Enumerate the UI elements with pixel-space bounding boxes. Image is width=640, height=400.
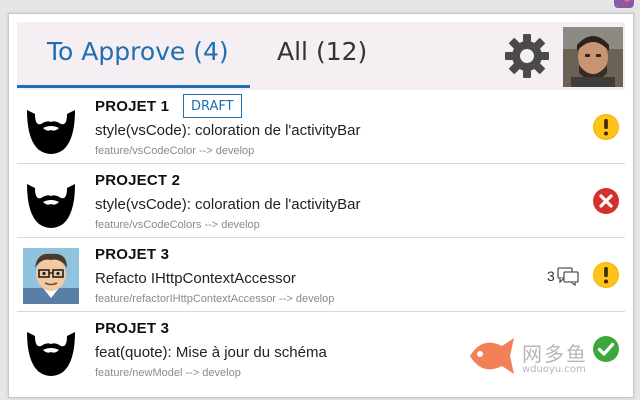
pr-branch: feature/vsCodeColor --> develop — [95, 145, 255, 157]
pr-title: feat(quote): Mise à jour du schéma — [95, 344, 327, 361]
warning-icon — [593, 114, 619, 140]
comment-icon — [557, 267, 579, 286]
fish-logo-icon — [470, 338, 514, 374]
project-name: PROJECT 2 — [95, 172, 181, 189]
beard-icon — [27, 184, 75, 228]
extension-corner-badge — [614, 0, 634, 8]
error-icon — [593, 188, 619, 214]
watermark-url: wduoyu.com — [522, 364, 586, 375]
beard-icon — [27, 332, 75, 376]
pr-title: Refacto IHttpContextAccessor — [95, 270, 296, 287]
draft-badge: DRAFT — [183, 94, 242, 118]
cartoon-avatar — [23, 248, 79, 304]
pr-branch: feature/newModel --> develop — [95, 367, 241, 379]
user-avatar[interactable] — [563, 27, 623, 87]
beard-icon — [27, 110, 75, 154]
warning-icon — [593, 262, 619, 288]
project-name: PROJET 1 — [95, 98, 170, 115]
gear-icon[interactable] — [503, 32, 551, 80]
active-tab-indicator — [17, 85, 250, 88]
comment-count: 3 — [547, 268, 555, 284]
project-name: PROJET 3 — [95, 320, 170, 337]
tab-all[interactable]: All (12) — [277, 37, 367, 67]
pr-title: style(vsCode): coloration de l'activityB… — [95, 122, 361, 139]
list-item[interactable]: PROJET 1 DRAFT style(vsCode): coloration… — [17, 90, 625, 164]
header-bar: To Approve (4) All (12) — [17, 22, 625, 90]
pr-branch: feature/vsCodeColors --> develop — [95, 219, 260, 231]
tab-to-approve[interactable]: To Approve (4) — [47, 37, 229, 67]
watermark-text: 网多鱼 — [522, 342, 588, 366]
list-item[interactable]: PROJECT 2 style(vsCode): coloration de l… — [17, 164, 625, 238]
pr-branch: feature/refactorIHttpContextAccessor -->… — [95, 293, 335, 305]
comments-indicator: 3 — [547, 264, 579, 288]
watermark: 网多鱼 wduoyu.com — [462, 332, 612, 380]
list-item[interactable]: PROJET 3 Refacto IHttpContextAccessor fe… — [17, 238, 625, 312]
project-name: PROJET 3 — [95, 246, 170, 263]
pr-title: style(vsCode): coloration de l'activityB… — [95, 196, 361, 213]
